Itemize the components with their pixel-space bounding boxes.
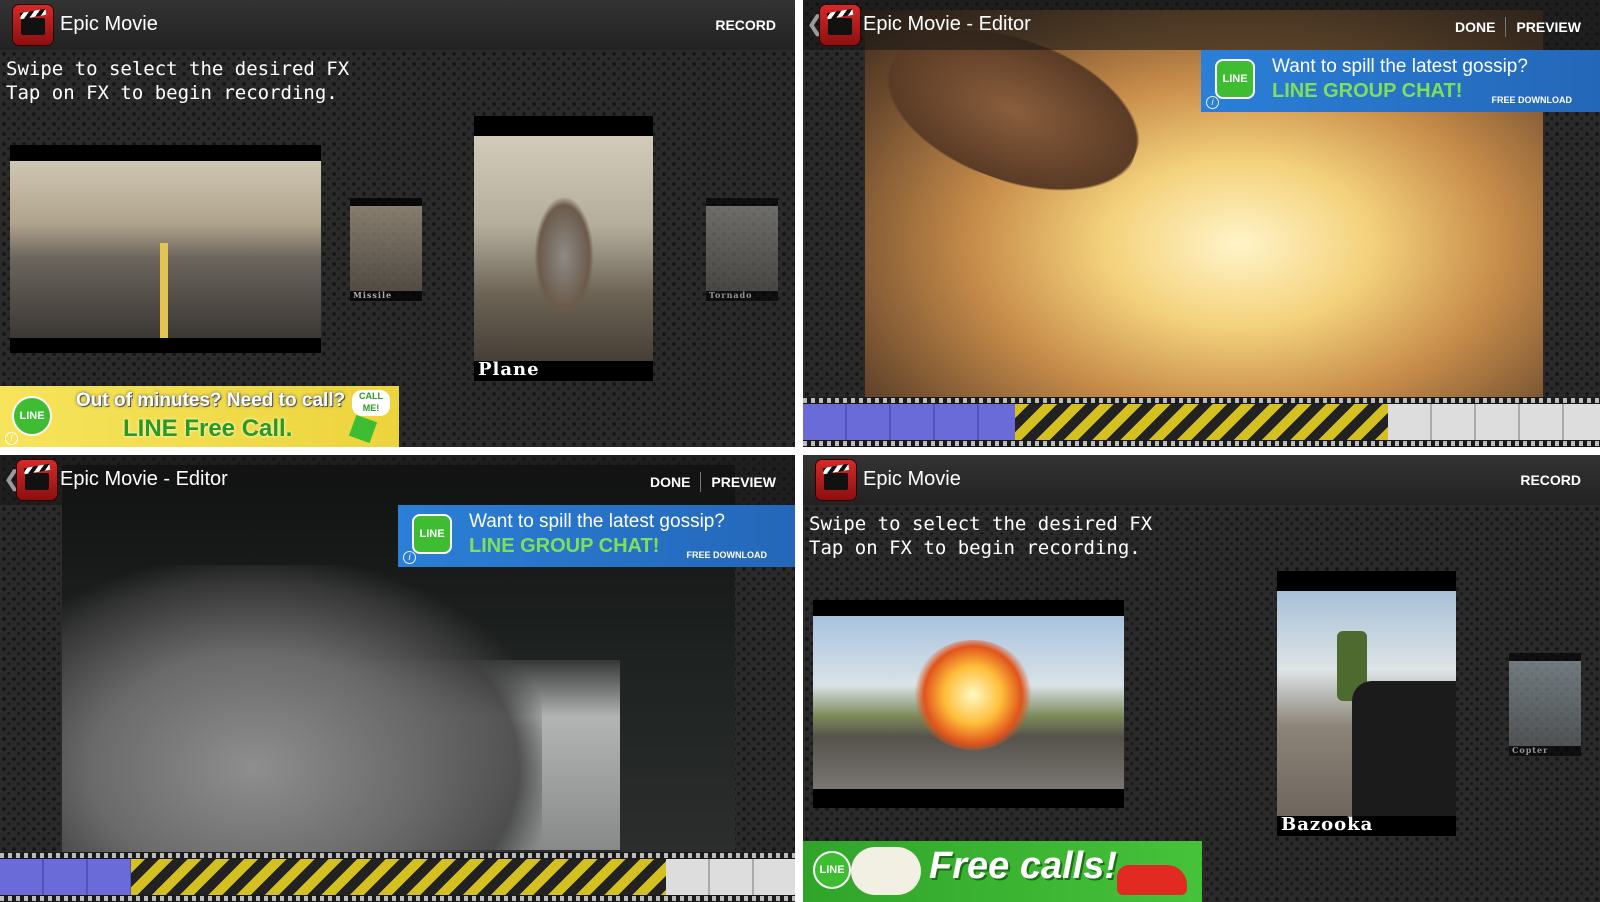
action-bar: Epic Movie RECORD (0, 0, 795, 50)
fx-thumbnail-plane[interactable]: Plane (474, 116, 653, 381)
tornado-fx-image (706, 206, 778, 291)
fx-thumbnail-explosion[interactable] (813, 600, 1124, 808)
record-button[interactable]: RECORD (1510, 472, 1591, 488)
timeline-empty-segment (666, 859, 795, 895)
ad-free-download: FREE DOWNLOAD (686, 550, 768, 560)
missile-fx-image (350, 206, 422, 291)
ad-banner-free-call[interactable]: LINE Out of minutes? Need to call? LINE … (0, 386, 399, 447)
clapperboard-icon[interactable] (816, 460, 856, 500)
instruction-line-2: Tap on FX to begin recording. (809, 537, 1141, 559)
timeline-filmstrip[interactable] (803, 397, 1600, 447)
timeline-fx-segment[interactable] (131, 859, 666, 895)
action-bar: ❮ Epic Movie - Editor DONE PREVIEW (803, 0, 1600, 50)
instructions: Swipe to select the desired FX Tap on FX… (809, 512, 1152, 560)
instruction-line-1: Swipe to select the desired FX (809, 513, 1153, 535)
road-line (160, 243, 168, 338)
preview-button[interactable]: PREVIEW (1506, 19, 1591, 35)
fx-thumbnail-missile[interactable]: Missile (350, 198, 422, 301)
action-bar: Epic Movie RECORD (803, 455, 1600, 505)
fx-label-tornado: Tornado (709, 290, 753, 300)
line-chat-icon: LINE (1215, 59, 1255, 99)
timeline-filmstrip[interactable] (0, 852, 795, 902)
preview-button[interactable]: PREVIEW (701, 474, 786, 490)
fx-select-screen-plane: Epic Movie RECORD Swipe to select the de… (0, 0, 795, 447)
ad-info-icon[interactable]: i (5, 432, 18, 445)
line-chat-icon: LINE (412, 514, 452, 554)
app-title: Epic Movie (60, 13, 158, 35)
ad-banner-group-chat[interactable]: LINE Want to spill the latest gossip? LI… (398, 505, 795, 567)
line-logo-icon: LINE (813, 851, 851, 889)
fx-label-plane: Plane (478, 359, 540, 380)
app-title: Epic Movie (863, 468, 961, 490)
plane-shape (534, 196, 594, 316)
editor-screen-tornado: ❮ Epic Movie - Editor DONE PREVIEW LINE … (0, 455, 795, 902)
timeline-fx-segment[interactable] (1015, 404, 1388, 440)
ad-gossip-line2: LINE GROUP CHAT! (1272, 80, 1463, 102)
line-logo-icon: LINE (12, 396, 52, 436)
instructions: Swipe to select the desired FX Tap on FX… (6, 57, 349, 105)
instruction-line-1: Swipe to select the desired FX (6, 58, 350, 80)
fx-label-missile: Missile (353, 290, 393, 300)
fx-label-copter: Copter (1512, 745, 1549, 755)
ad-free-download: FREE DOWNLOAD (1491, 95, 1573, 105)
fx-thumbnail-bazooka[interactable]: Bazooka (1277, 571, 1456, 836)
phone-sticker-icon (348, 414, 378, 444)
character-sticker-icon (851, 847, 921, 895)
ad-call-line2: LINE Free Call. (123, 415, 293, 442)
timeline-recorded-segment (803, 404, 1015, 440)
launcher-shape (1352, 681, 1456, 816)
ad-gossip-line2: LINE GROUP CHAT! (469, 535, 660, 557)
call-me-sticker: CALL ME! (352, 390, 390, 416)
ad-free-calls-text: Free calls! (929, 845, 1117, 887)
ad-banner-free-calls[interactable]: LINE Free calls! (803, 841, 1202, 902)
clapperboard-icon[interactable] (13, 5, 53, 45)
fx-label-bazooka: Bazooka (1281, 814, 1374, 835)
fx-thumbnail-copter[interactable]: Copter (1509, 653, 1581, 756)
done-button[interactable]: DONE (640, 474, 700, 490)
app-title: Epic Movie - Editor (863, 13, 1031, 35)
ad-gossip-line1: Want to spill the latest gossip? (469, 511, 725, 532)
clapperboard-icon[interactable] (17, 460, 57, 500)
done-button[interactable]: DONE (1445, 19, 1505, 35)
explosion-fireball (913, 640, 1033, 750)
ad-gossip-line1: Want to spill the latest gossip? (1272, 56, 1528, 77)
fx-select-screen-bazooka: Epic Movie RECORD Swipe to select the de… (803, 455, 1600, 902)
copter-fx-image (1509, 661, 1581, 746)
record-button[interactable]: RECORD (705, 17, 786, 33)
fx-thumbnail-bridge[interactable] (10, 145, 321, 353)
action-bar: ❮ Epic Movie - Editor DONE PREVIEW (0, 455, 795, 505)
ad-info-icon[interactable]: i (403, 551, 416, 564)
fx-thumbnail-tornado[interactable]: Tornado (706, 198, 778, 301)
tornado-smoke-shape (62, 565, 542, 855)
ad-banner-group-chat[interactable]: LINE Want to spill the latest gossip? LI… (1201, 50, 1600, 112)
red-car-icon (1117, 865, 1187, 895)
ad-call-line1: Out of minutes? Need to call? (76, 390, 346, 411)
instruction-line-2: Tap on FX to begin recording. (6, 82, 338, 104)
ad-info-icon[interactable]: i (1206, 96, 1219, 109)
timeline-recorded-segment (0, 859, 131, 895)
app-title: Epic Movie - Editor (60, 468, 228, 490)
editor-screen-plane: ❮ Epic Movie - Editor DONE PREVIEW LINE … (803, 0, 1600, 447)
clapperboard-icon[interactable] (820, 5, 860, 45)
timeline-empty-segment (1388, 404, 1600, 440)
